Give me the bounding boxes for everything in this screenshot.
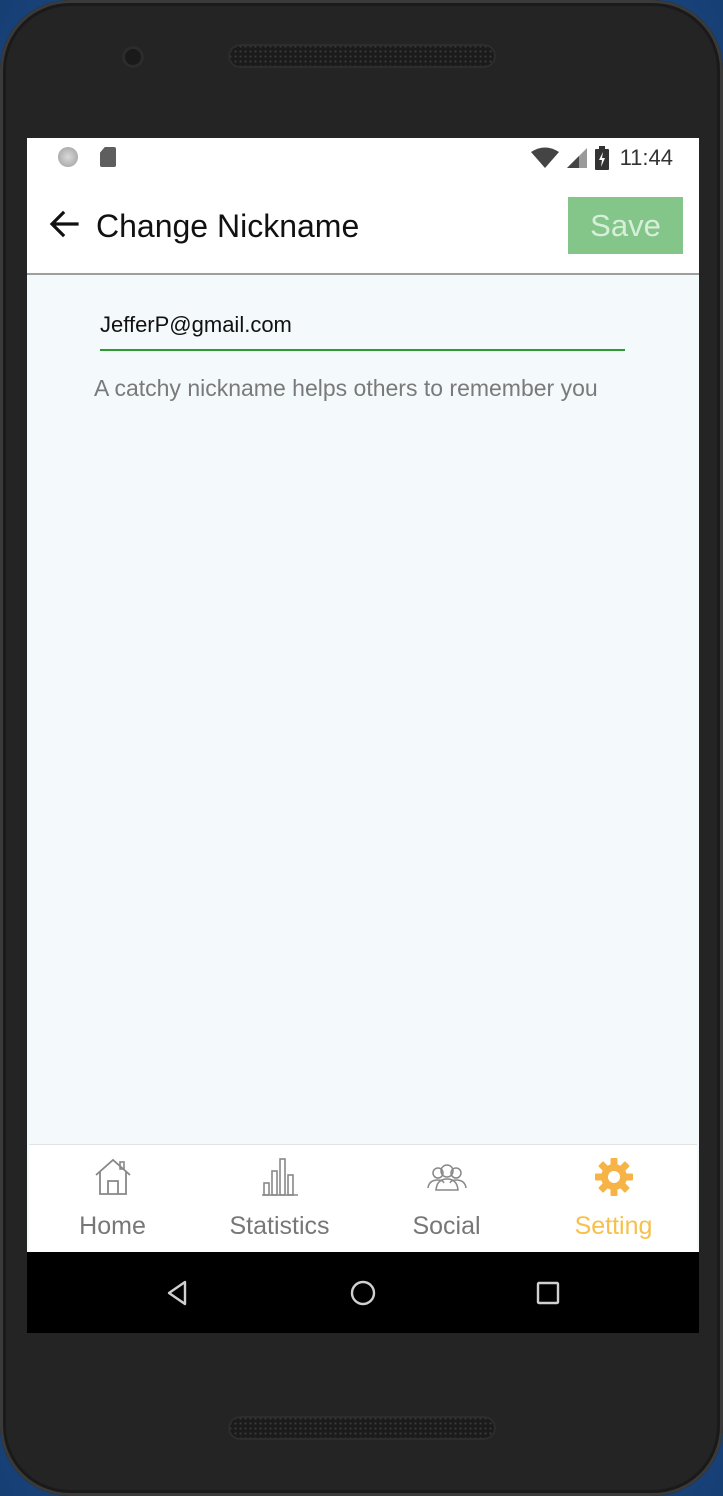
cell-signal-icon xyxy=(566,148,587,168)
system-navigation-bar xyxy=(27,1252,699,1333)
home-icon xyxy=(94,1158,131,1195)
sd-card-icon xyxy=(100,147,116,167)
app-toolbar: Change Nickname Save xyxy=(27,178,699,275)
gear-icon xyxy=(594,1158,633,1196)
status-time: 11:44 xyxy=(619,145,673,170)
front-camera xyxy=(122,46,144,68)
recents-square-icon[interactable] xyxy=(533,1278,563,1308)
nickname-hint: A catchy nickname helps others to rememb… xyxy=(94,375,598,401)
nav-item-social[interactable]: Social xyxy=(363,1145,530,1253)
bottom-speaker xyxy=(228,1416,496,1440)
nav-item-statistics[interactable]: Statistics xyxy=(196,1145,363,1253)
nav-item-home[interactable]: Home xyxy=(29,1145,196,1253)
nav-item-setting[interactable]: Setting xyxy=(530,1145,697,1253)
nav-label-statistics: Statistics xyxy=(229,1212,330,1240)
status-bar: 11:44 xyxy=(27,138,699,178)
bottom-navigation: Home Statistics Social Setting xyxy=(29,1144,697,1253)
battery-charging-icon xyxy=(594,146,609,170)
nav-label-home: Home xyxy=(79,1212,146,1240)
people-icon xyxy=(426,1164,467,1191)
arrow-left-icon xyxy=(49,210,79,238)
back-triangle-icon[interactable] xyxy=(163,1278,193,1308)
bar-chart-icon xyxy=(261,1158,298,1196)
nav-label-social: Social xyxy=(412,1212,481,1240)
nav-label-setting: Setting xyxy=(574,1212,653,1240)
nickname-input[interactable] xyxy=(100,301,625,351)
status-icons: 11:44 xyxy=(530,144,673,172)
phone-frame: 11:44 Change Nickname Save A catchy nick… xyxy=(0,0,723,1496)
screen: 11:44 Change Nickname Save A catchy nick… xyxy=(27,138,699,1333)
page-title: Change Nickname xyxy=(96,208,360,244)
notification-dot-icon xyxy=(58,147,78,167)
back-button[interactable] xyxy=(45,204,85,244)
home-circle-icon[interactable] xyxy=(348,1278,378,1308)
top-speaker xyxy=(228,44,496,68)
wifi-icon xyxy=(530,147,559,168)
save-button[interactable]: Save xyxy=(568,197,683,254)
